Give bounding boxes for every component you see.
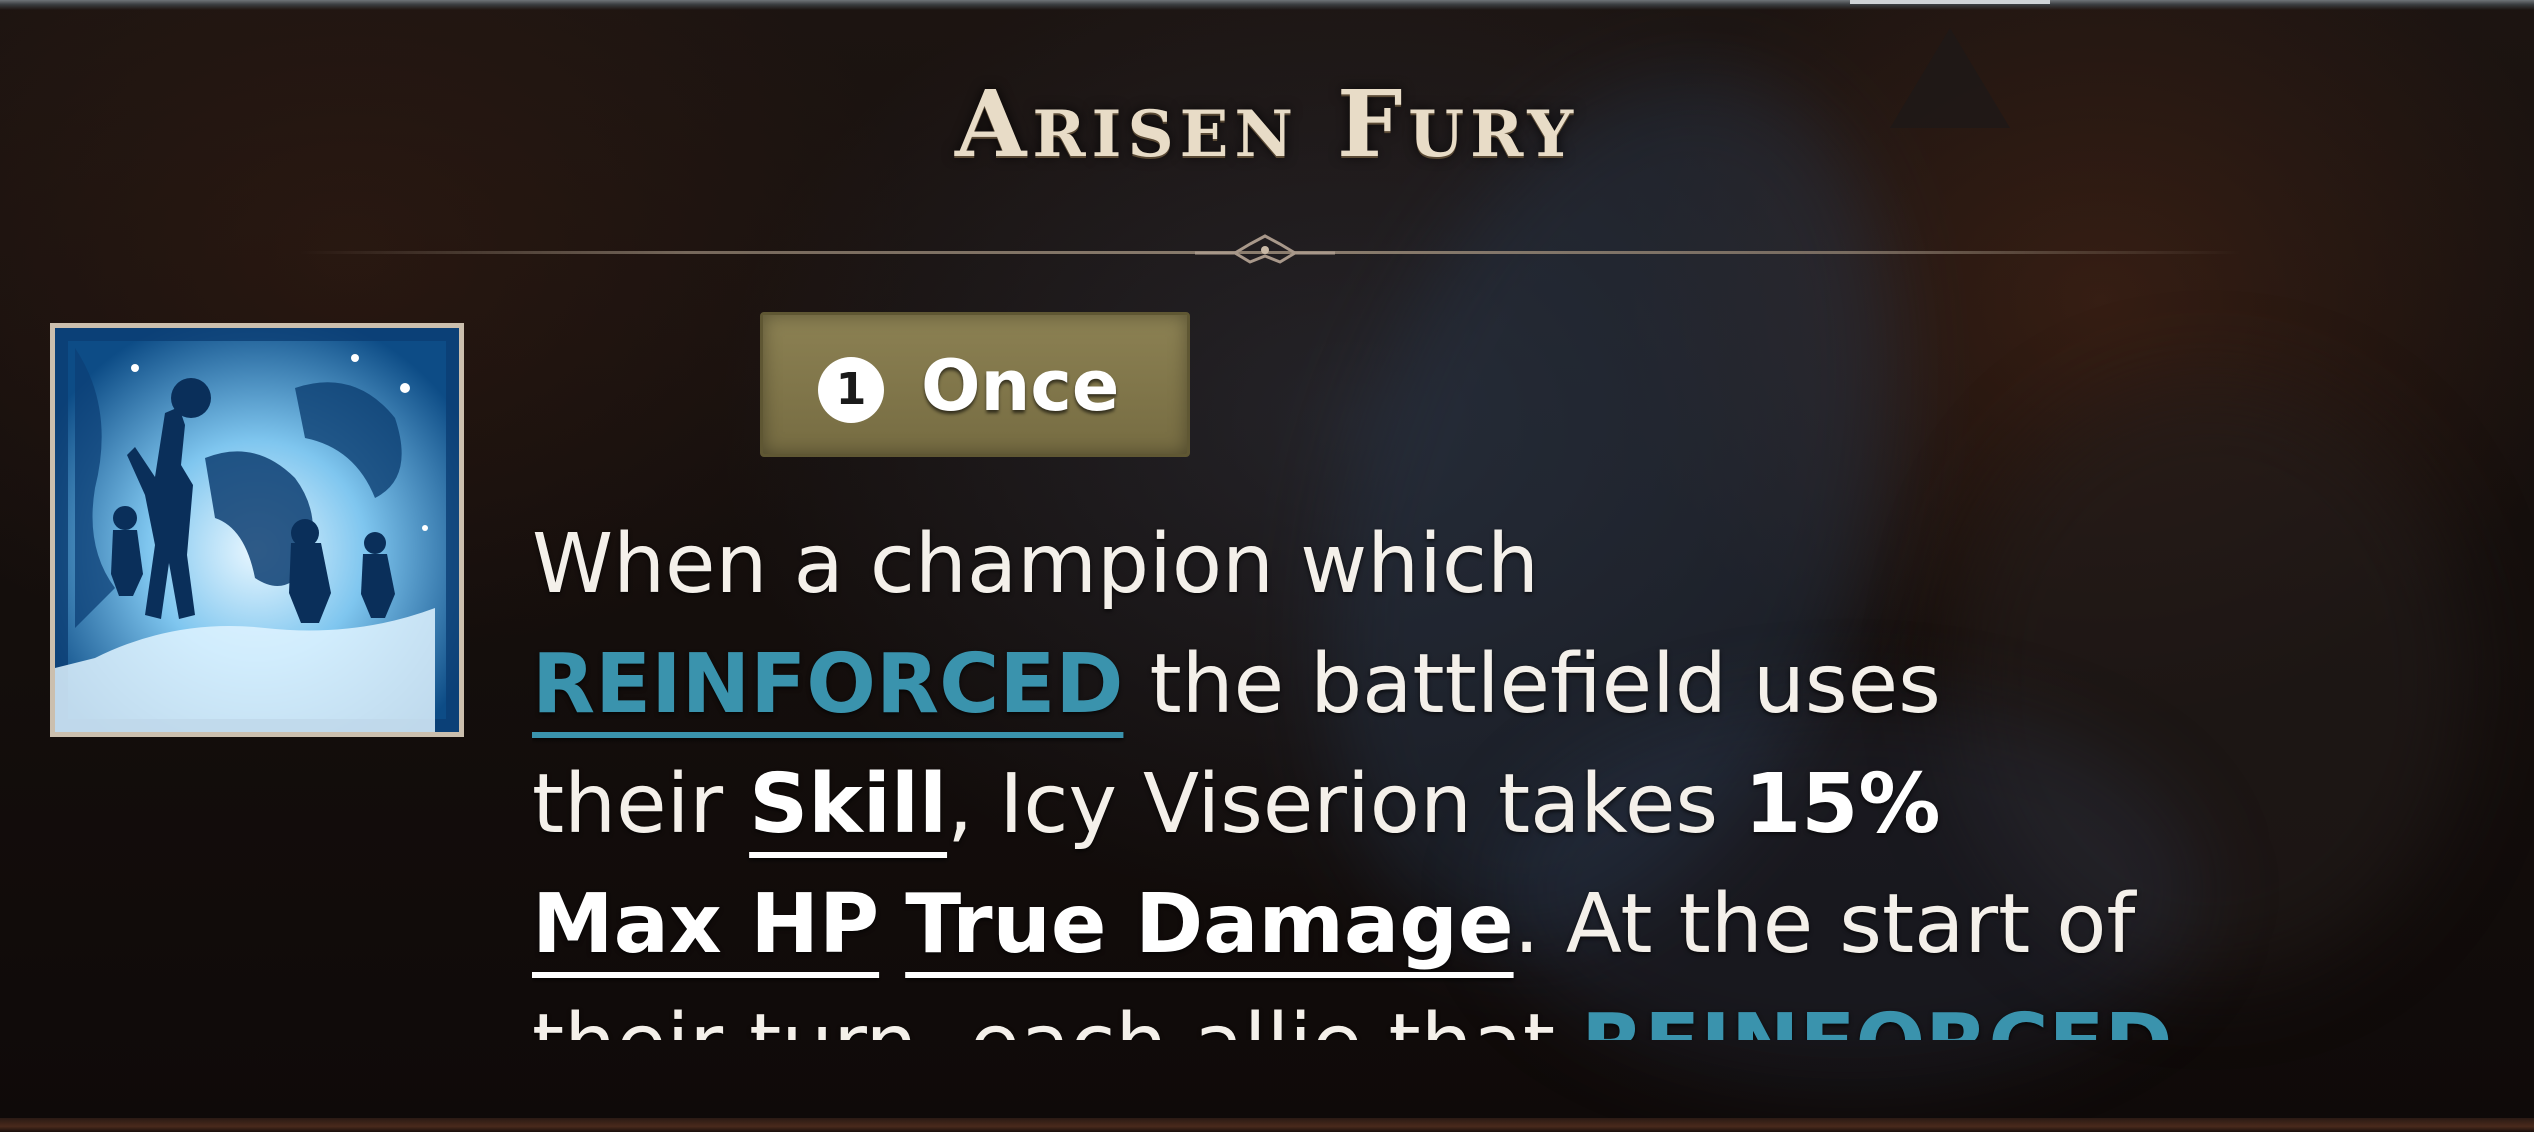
- frequency-label: Once: [921, 345, 1120, 427]
- ability-tooltip-panel: Arisen Fury 1 Once When a champion which…: [0, 0, 2534, 1132]
- bottom-border: [0, 1118, 2534, 1132]
- keyword-true-damage-link[interactable]: True Damage: [905, 877, 1513, 972]
- description-text: . At the start of: [1513, 877, 2136, 972]
- ability-title: Arisen Fury: [954, 70, 1580, 178]
- description-text: [879, 877, 905, 972]
- frost-figures-icon: [55, 328, 459, 732]
- top-border-highlight: [1850, 0, 2050, 4]
- description-text: their turn, each allie that: [532, 997, 1581, 1040]
- damage-percent: 15%: [1744, 757, 1941, 852]
- description-line-3: their Skill, Icy Viserion takes 15%: [532, 745, 2522, 865]
- description-line-2: REINFORCED the battlefield uses: [532, 625, 2522, 745]
- description-line-1: When a champion which: [532, 505, 2522, 625]
- keyword-reinforced-link[interactable]: REINFORCED: [1581, 997, 2172, 1040]
- skill-icon: [50, 323, 464, 737]
- top-border: [0, 0, 2534, 10]
- keyword-max-hp-link[interactable]: Max HP: [532, 877, 879, 972]
- description-text: , Icy Viserion takes: [947, 757, 1745, 852]
- divider-ornament-icon: [1195, 234, 1335, 264]
- description-line-4: Max HP True Damage. At the start of: [532, 865, 2522, 985]
- keyword-skill-link[interactable]: Skill: [749, 757, 947, 852]
- description-text: their: [532, 757, 750, 852]
- description-line-5: their turn, each allie that REINFORCED: [532, 985, 2522, 1040]
- frequency-count-icon: 1: [818, 357, 884, 423]
- frequency-badge: 1 Once: [760, 312, 1190, 457]
- ability-description: When a champion which REINFORCED the bat…: [532, 505, 2522, 1040]
- description-text: When a champion which: [532, 517, 1539, 612]
- description-text: the battlefield uses: [1123, 637, 1941, 732]
- keyword-reinforced-link[interactable]: REINFORCED: [532, 637, 1123, 732]
